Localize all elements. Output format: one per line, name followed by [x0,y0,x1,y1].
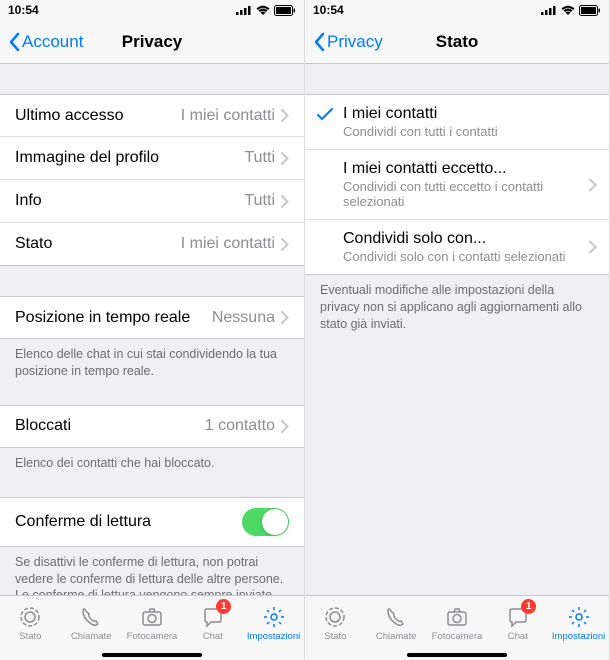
footer-note: Eventuali modifiche alle impostazioni de… [305,275,609,340]
camera-icon [140,605,164,629]
row-info[interactable]: Info Tutti [0,180,304,223]
chevron-right-icon [589,178,597,191]
tab-impostazioni[interactable]: Impostazioni [243,596,304,650]
footer-bloccati: Elenco dei contatti che hai bloccato. [0,448,304,479]
signal-icon [236,5,252,15]
back-button[interactable]: Privacy [313,32,383,52]
chevron-right-icon [281,195,289,208]
tab-bar: Stato Chiamate Fotocamera 1 Chat Imposta… [305,595,609,650]
tab-chiamate[interactable]: Chiamate [61,596,122,650]
tab-stato[interactable]: Stato [305,596,366,650]
option-contatti-eccetto[interactable]: I miei contatti eccetto... Condividi con… [305,150,609,220]
signal-icon [541,5,557,15]
wifi-icon [256,5,270,15]
row-stato[interactable]: Stato I miei contatti [0,223,304,266]
nav-bar: Privacy Stato [305,20,609,64]
settings-list[interactable]: Ultimo accesso I miei contatti Immagine … [0,64,304,595]
nav-bar: Account Privacy [0,20,304,64]
battery-icon [579,5,601,16]
phone-icon [79,605,103,629]
toggle-conferme[interactable] [242,508,289,536]
footer-posizione: Elenco delle chat in cui stai condividen… [0,339,304,387]
chat-badge: 1 [216,599,231,614]
option-miei-contatti[interactable]: I miei contatti Condividi con tutti i co… [305,94,609,150]
chevron-right-icon [589,241,597,254]
check-icon [317,108,333,121]
tab-chat[interactable]: 1 Chat [487,596,548,650]
tab-fotocamera[interactable]: Fotocamera [122,596,183,650]
chevron-left-icon [8,32,20,52]
phone-icon [384,605,408,629]
camera-icon [445,605,469,629]
footer-conferme: Se disattivi le conferme di lettura, non… [0,547,304,595]
chevron-right-icon [281,238,289,251]
tab-stato[interactable]: Stato [0,596,61,650]
back-label: Account [22,32,83,52]
status-bar: 10:54 [0,0,304,20]
chat-badge: 1 [521,599,536,614]
tab-fotocamera[interactable]: Fotocamera [427,596,488,650]
gear-icon [262,605,286,629]
status-icon [18,605,42,629]
chevron-right-icon [281,420,289,433]
wifi-icon [561,5,575,15]
screen-privacy: 10:54 Account Privacy Ultimo accesso I m… [0,0,305,660]
row-posizione[interactable]: Posizione in tempo reale Nessuna [0,296,304,339]
home-indicator [305,650,609,660]
battery-icon [274,5,296,16]
chevron-left-icon [313,32,325,52]
status-time: 10:54 [8,3,68,17]
chevron-right-icon [281,311,289,324]
chevron-right-icon [281,109,289,122]
status-icon [323,605,347,629]
row-ultimo-accesso[interactable]: Ultimo accesso I miei contatti [0,94,304,137]
home-indicator [0,650,304,660]
tab-bar: Stato Chiamate Fotocamera 1 Chat Imposta… [0,595,304,650]
tab-impostazioni[interactable]: Impostazioni [548,596,609,650]
status-time: 10:54 [313,3,373,17]
row-immagine-profilo[interactable]: Immagine del profilo Tutti [0,137,304,180]
back-button[interactable]: Account [8,32,83,52]
option-condividi-solo[interactable]: Condividi solo con... Condividi solo con… [305,220,609,275]
tab-chiamate[interactable]: Chiamate [366,596,427,650]
row-bloccati[interactable]: Bloccati 1 contatto [0,405,304,448]
status-bar: 10:54 [305,0,609,20]
tab-chat[interactable]: 1 Chat [182,596,243,650]
screen-stato: 10:54 Privacy Stato I miei contatti Cond… [305,0,610,660]
gear-icon [567,605,591,629]
options-list[interactable]: I miei contatti Condividi con tutti i co… [305,64,609,595]
row-conferme-lettura[interactable]: Conferme di lettura [0,497,304,547]
back-label: Privacy [327,32,383,52]
chevron-right-icon [281,152,289,165]
